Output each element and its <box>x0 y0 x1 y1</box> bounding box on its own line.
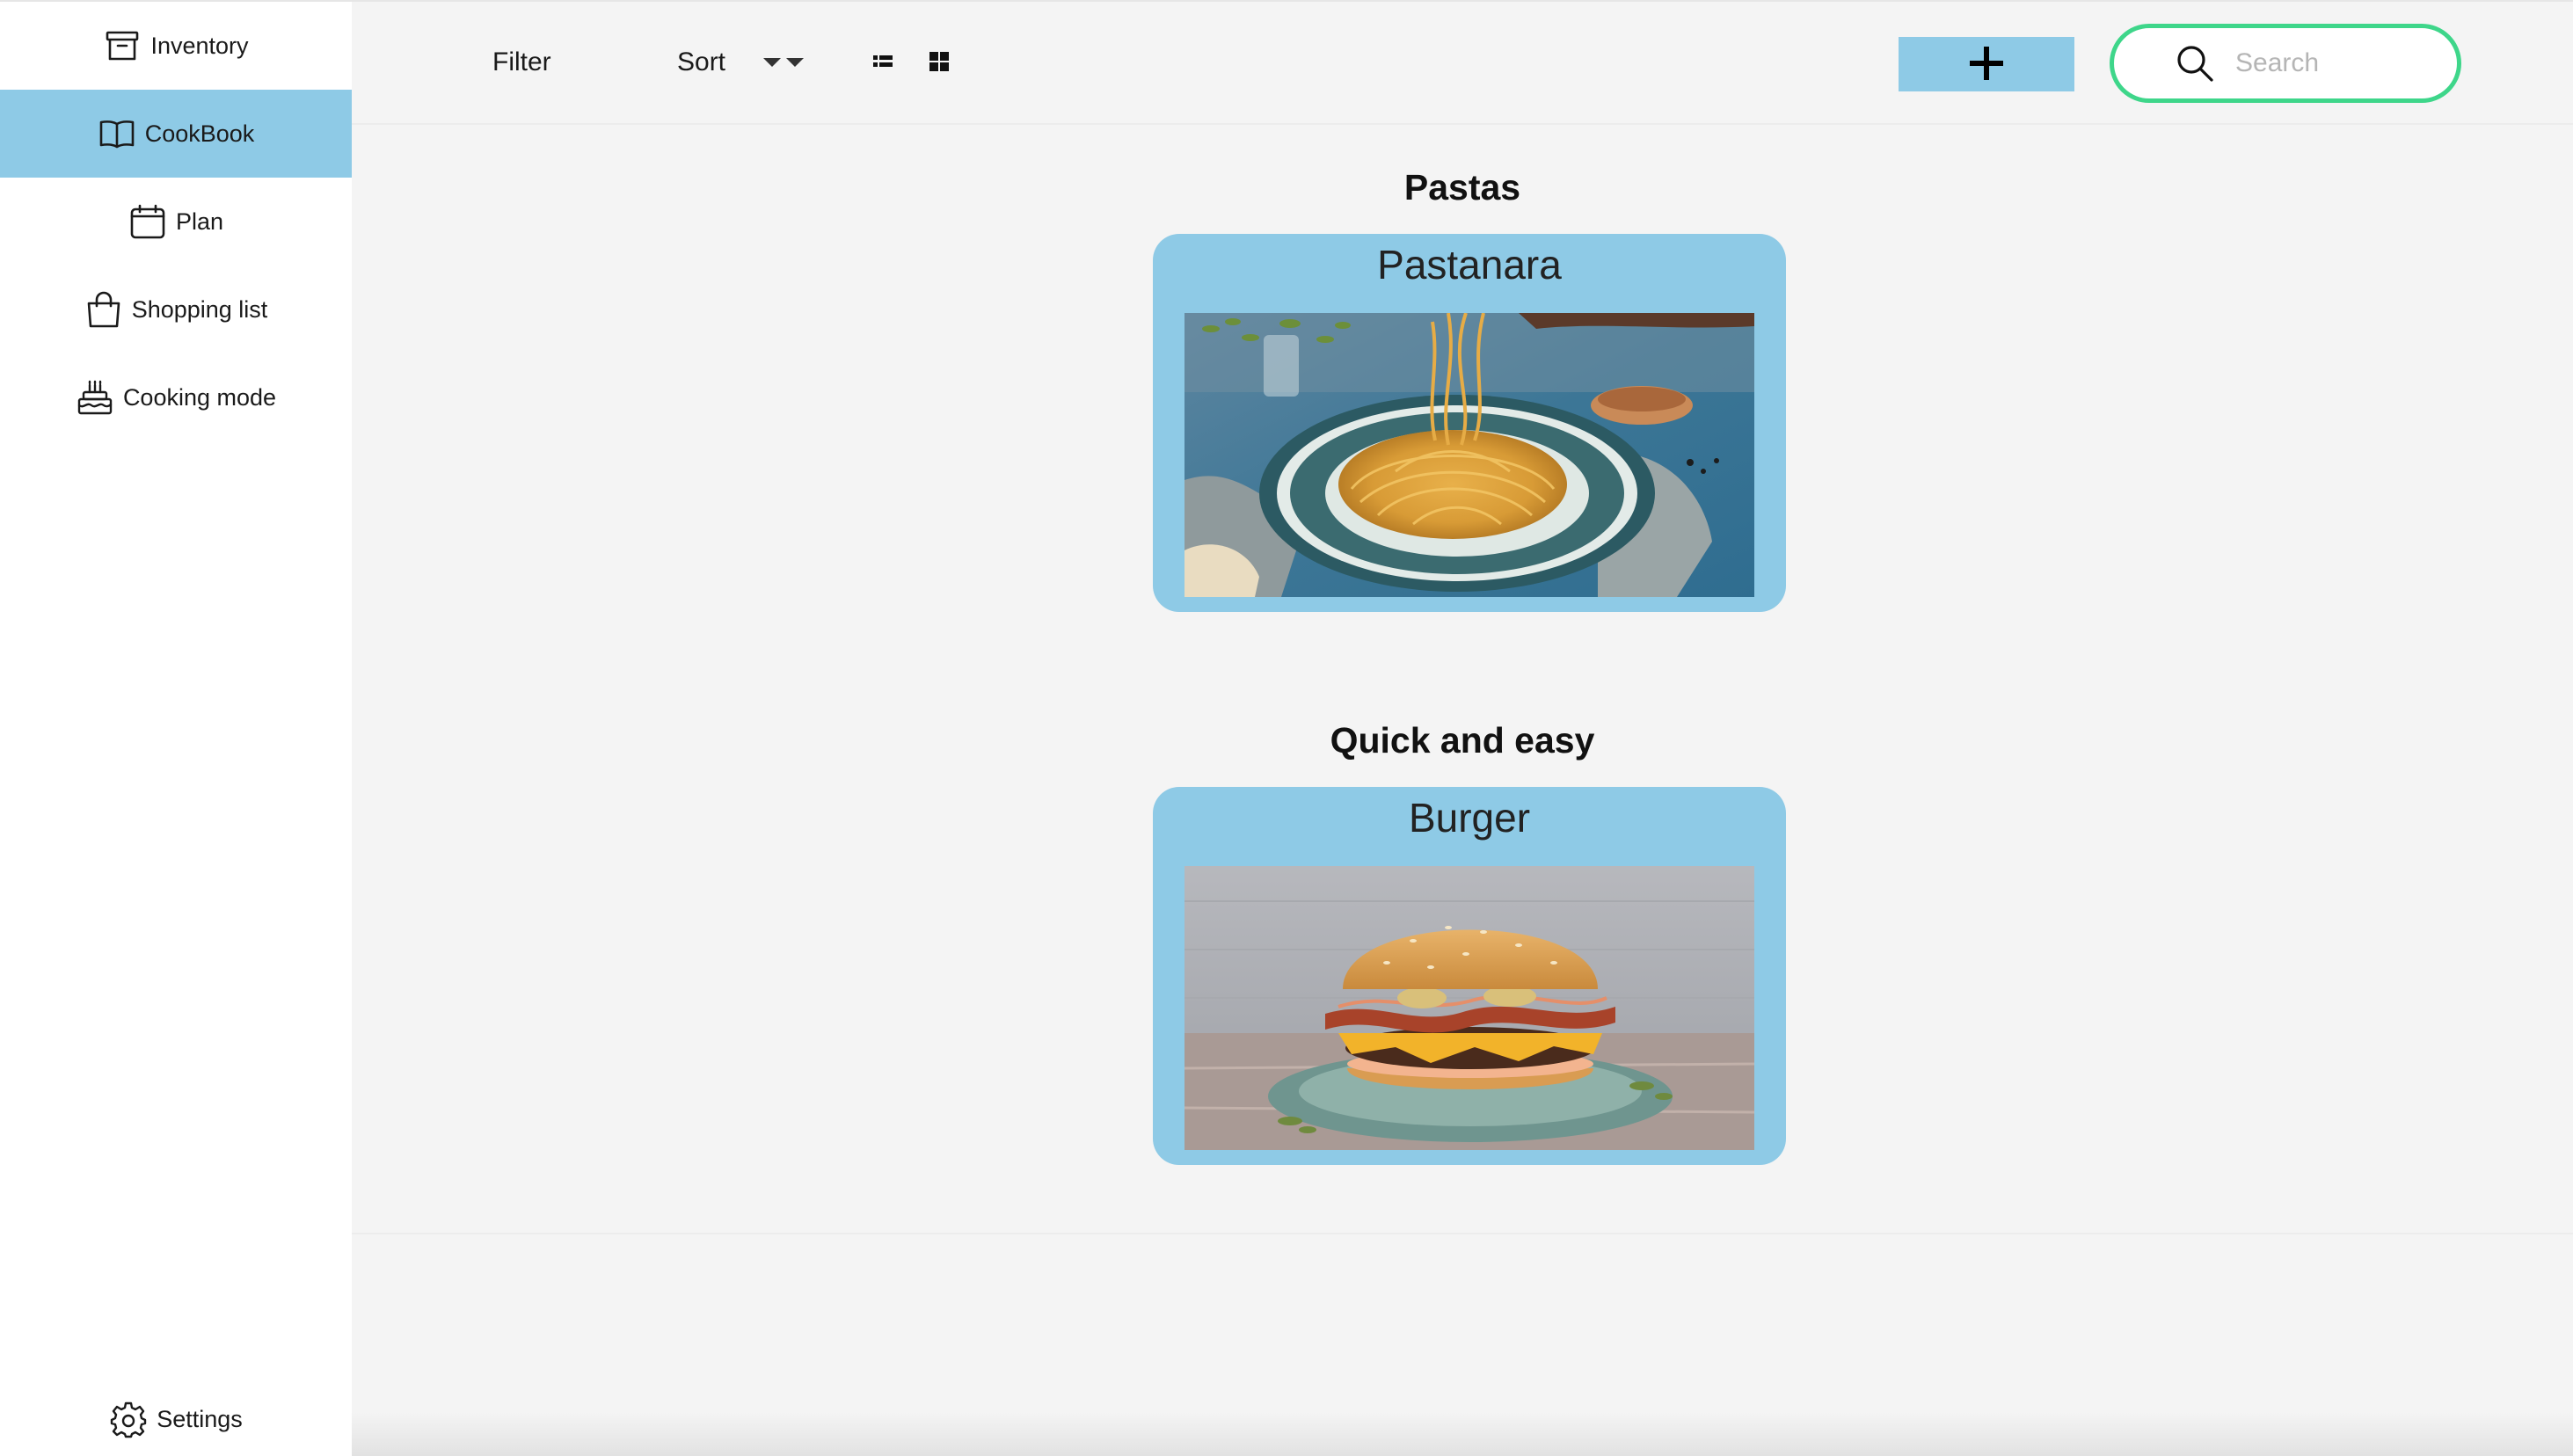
recipe-image-burger <box>1184 866 1754 1150</box>
plus-icon <box>1968 45 2005 84</box>
search-icon <box>2176 44 2214 83</box>
toolbar: Filter Sort <box>352 0 2573 125</box>
sidebar-item-label: Plan <box>175 207 224 235</box>
sidebar-item-cookbook[interactable]: CookBook <box>0 90 352 178</box>
add-recipe-button[interactable] <box>1899 37 2074 91</box>
sidebar-item-settings[interactable]: Settings <box>0 1375 352 1456</box>
sidebar-item-label: Cooking mode <box>122 383 277 411</box>
shopping-bag-icon <box>84 290 123 329</box>
open-book-icon <box>98 114 136 153</box>
recipe-card-title: Pastanara <box>1377 242 1562 288</box>
search-input[interactable] <box>2235 48 2429 78</box>
sidebar-item-inventory[interactable]: Inventory <box>0 2 352 90</box>
search-box[interactable] <box>2110 24 2461 103</box>
section-title: Pastas <box>1403 167 1521 207</box>
recipe-image-spaghetti <box>1184 313 1754 597</box>
sidebar-item-label: Shopping list <box>131 295 268 323</box>
list-view-icon <box>873 55 893 73</box>
gear-icon <box>109 1400 148 1438</box>
filter-label: Filter <box>492 47 551 76</box>
grid-view-button[interactable] <box>922 46 957 81</box>
section-title: Quick and easy <box>1330 720 1595 761</box>
cookbook-content: Pastas Pastanara Quick and easy Burger <box>352 125 2573 1234</box>
app-window: Inventory CookBook Plan Shopping list Co… <box>0 0 2573 1456</box>
calendar-icon <box>128 202 167 241</box>
bottom-shade <box>352 1412 2573 1456</box>
sidebar-item-shopping-list[interactable]: Shopping list <box>0 266 352 353</box>
sort-dropdown[interactable]: Sort <box>677 35 1161 90</box>
sidebar-item-plan[interactable]: Plan <box>0 178 352 266</box>
sidebar-item-label: Inventory <box>150 32 249 59</box>
recipe-card-pastanara[interactable]: Pastanara <box>1153 234 1786 612</box>
list-view-button[interactable] <box>865 46 900 81</box>
caret-down-icon <box>786 58 804 67</box>
sidebar-item-cooking-mode[interactable]: Cooking mode <box>0 353 352 441</box>
cake-icon <box>76 378 114 417</box>
sidebar: Inventory CookBook Plan Shopping list Co… <box>0 0 352 1456</box>
recipe-card-burger[interactable]: Burger <box>1153 787 1786 1165</box>
recipe-card-title: Burger <box>1408 795 1531 841</box>
sidebar-item-label: CookBook <box>144 120 255 147</box>
sidebar-item-label: Settings <box>157 1405 243 1432</box>
grid-view-icon <box>929 51 949 76</box>
sort-label: Sort <box>677 47 726 76</box>
archive-box-icon <box>103 26 142 65</box>
